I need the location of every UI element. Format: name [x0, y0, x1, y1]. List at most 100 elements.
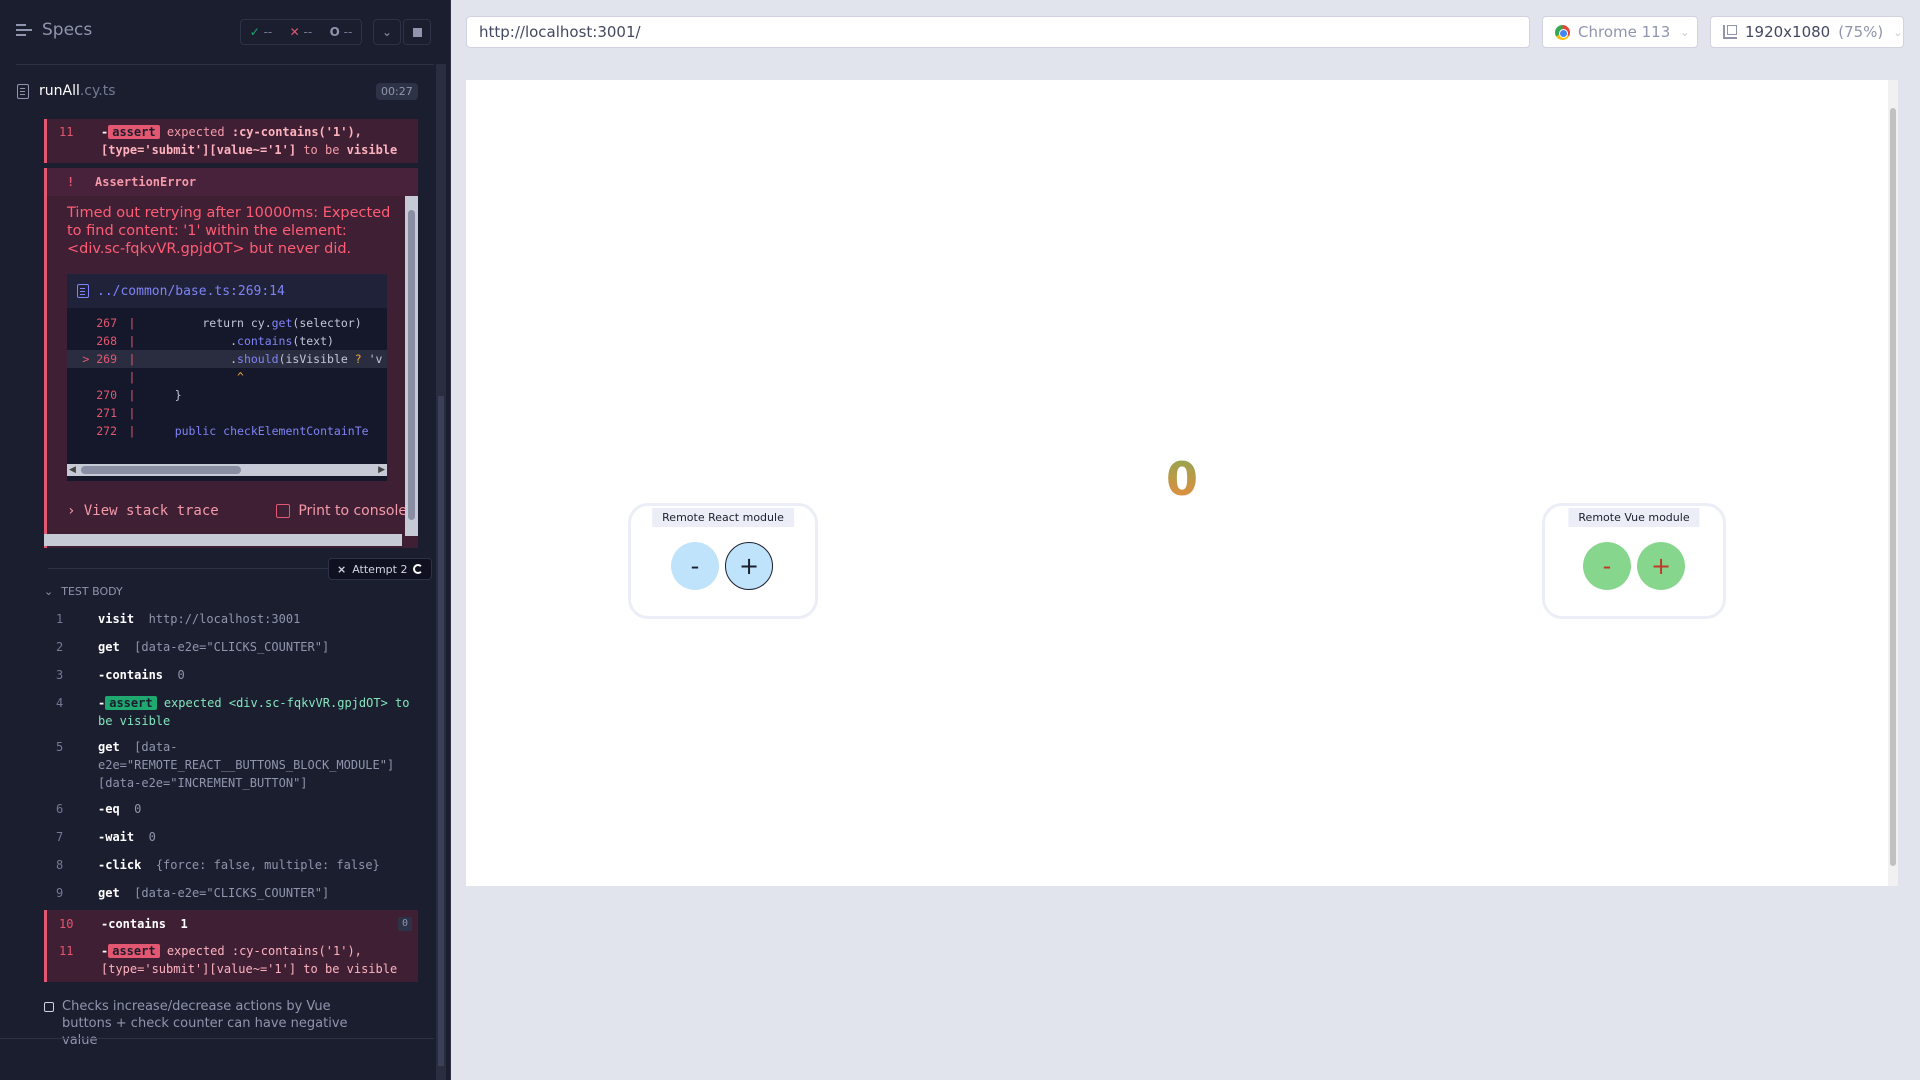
code-horizontal-scrollbar[interactable]: ◀ ▶ [67, 464, 387, 476]
command-number: 11 [59, 125, 74, 139]
print-to-console-label: Print to console [298, 503, 407, 519]
command-row[interactable]: 1 visit http://localhost:3001 [44, 610, 418, 628]
error-panel: ! AssertionError Timed out retrying afte… [44, 168, 418, 548]
vue-decrement-button[interactable]: - [1583, 542, 1631, 590]
clicks-counter: 0 [1166, 452, 1199, 506]
code-line: 270 | } [96, 388, 182, 402]
code-lines: 267 | return cy.get(selector) 268 | .conta… [67, 308, 387, 440]
next-test-label: Checks increase/decrease actions by Vue … [62, 999, 348, 1048]
pending-icon: O [329, 25, 340, 39]
terminal-icon [276, 504, 291, 518]
remote-react-module: Remote React module - + [628, 503, 818, 619]
command-row[interactable]: 9 get [data-e2e="CLICKS_COUNTER"] [44, 884, 418, 902]
code-line: 267 | return cy.get(selector) [96, 316, 362, 330]
error-icon: ! [67, 175, 75, 189]
reporter-panel: Specs ✓ -- ✕ -- O -- ⌄ runAll.cy.ts 00:2… [0, 0, 450, 1080]
spec-duration: 00:27 [376, 83, 418, 100]
error-title: AssertionError [95, 175, 197, 189]
document-icon [17, 84, 29, 99]
footer-divider [0, 1038, 434, 1039]
command-row-failed[interactable]: 10 -contains 10 [44, 910, 418, 938]
attempt-divider [48, 568, 328, 569]
browser-selector[interactable]: Chrome 113 ⌄ [1542, 16, 1698, 48]
assert-tobe: to be [303, 143, 340, 157]
passed-count: -- [263, 25, 273, 39]
view-stack-trace-label: View stack trace [83, 503, 219, 519]
viewport-info[interactable]: 1920x1080 (75%) ⌄ [1710, 16, 1904, 48]
file-icon [77, 284, 89, 298]
spec-file-name: runAll.cy.ts [39, 83, 116, 99]
browser-name: Chrome 113 [1578, 23, 1671, 41]
command-row[interactable]: 7 -wait 0 [44, 828, 418, 846]
assert-badge: assert [108, 125, 160, 139]
react-decrement-button[interactable]: - [671, 542, 719, 590]
chevron-down-icon: ⌄ [1893, 25, 1903, 39]
spec-file-row: runAll.cy.ts 00:27 [0, 76, 434, 108]
scroll-left-icon: ◀ [69, 465, 76, 475]
attempt-tag[interactable]: ⨯ Attempt 2 [328, 558, 433, 580]
code-line: 268 | .contains(text) [96, 334, 334, 348]
spec-file-ext: .cy.ts [79, 83, 116, 99]
test-body-header[interactable]: ⌄ TEST BODY [44, 585, 123, 598]
collapse-icon: ⨯ [337, 562, 347, 576]
specs-label: Specs [42, 20, 93, 40]
reporter-header: Specs ✓ -- ✕ -- O -- ⌄ [0, 0, 450, 64]
app-scrollbar[interactable] [1888, 80, 1898, 886]
command-row-assert-passed[interactable]: 4- assert expected <div.sc-fqkvVR.gpjdOT>… [44, 694, 418, 730]
specs-toggle-button[interactable]: Specs [16, 20, 92, 40]
app-under-test-frame: Remote React module - + 0 Remote Vue mod… [466, 80, 1898, 886]
chevron-down-icon: ⌄ [1680, 25, 1690, 39]
chevron-down-icon: ⌄ [381, 25, 393, 39]
command-row-failed-top[interactable]: 11 - assert expected :cy-contains('1'), [… [44, 119, 418, 163]
error-actions: › View stack trace Print to console [67, 503, 407, 519]
error-horizontal-scrollbar[interactable] [44, 534, 402, 546]
attempt-label: Attempt 2 [352, 562, 408, 576]
assert-expected: expected [166, 125, 225, 139]
retry-count-badge: 0 [397, 917, 412, 931]
remote-vue-module: Remote Vue module - + [1542, 503, 1726, 619]
code-file-path: ../common/base.ts:269:14 [97, 283, 285, 299]
code-line: 271 | [96, 406, 136, 420]
scroll-right-icon: ▶ [378, 465, 385, 475]
next-test-title[interactable]: Checks increase/decrease actions by Vue … [44, 998, 384, 1049]
viewport-size: 1920x1080 [1745, 23, 1831, 41]
command-row[interactable]: 2 get [data-e2e="CLICKS_COUNTER"] [44, 638, 418, 656]
reporter-scrollbar-thumb[interactable] [438, 76, 444, 396]
stop-button[interactable] [403, 19, 431, 45]
assert-badge: assert [105, 696, 157, 710]
error-message: Timed out retrying after 10000ms: Expect… [67, 205, 391, 257]
code-frame: ../common/base.ts:269:14 267 | return cy.… [67, 274, 387, 481]
command-row[interactable]: 6 -eq 0 [44, 800, 418, 818]
test-stats: ✓ -- ✕ -- O -- [240, 19, 362, 45]
assert-badge: assert [108, 944, 160, 958]
failed-icon: ✕ [289, 25, 300, 39]
error-header: ! AssertionError [47, 168, 418, 196]
react-increment-button[interactable]: + [725, 542, 773, 590]
code-frame-file-link[interactable]: ../common/base.ts:269:14 [67, 274, 387, 308]
expand-collapse-button[interactable]: ⌄ [373, 19, 401, 45]
spec-file-basename: runAll [39, 83, 80, 99]
pending-count: -- [343, 25, 353, 39]
code-line: 272 | public checkElementContainTe [96, 424, 369, 438]
command-row[interactable]: 8 -click {force: false, multiple: false} [44, 856, 418, 874]
panel-divider[interactable] [450, 0, 451, 1080]
command-row-failed[interactable]: 11- assert expected :cy-contains('1'), [t… [44, 938, 418, 982]
command-row[interactable]: 3 -contains 0 [44, 666, 418, 684]
reporter-scrollbar-thumb-active[interactable] [438, 396, 444, 1066]
test-body-label: TEST BODY [61, 585, 123, 598]
failed-count: -- [303, 25, 313, 39]
view-stack-trace-button[interactable]: › View stack trace [67, 503, 219, 519]
viewport-zoom: (75%) [1838, 23, 1884, 41]
print-to-console-button[interactable]: Print to console [276, 503, 407, 519]
url-bar[interactable]: http://localhost:3001/ [466, 16, 1530, 48]
chrome-icon [1555, 24, 1570, 40]
loading-spinner-icon [413, 564, 424, 574]
code-line-highlighted: > 269 | .should(isVisible ? 'v [67, 350, 387, 368]
vue-increment-button[interactable]: + [1637, 542, 1685, 590]
passed-icon: ✓ [249, 25, 260, 39]
vue-module-title: Remote Vue module [1568, 508, 1700, 527]
header-divider [16, 64, 434, 65]
specs-list-icon [16, 24, 32, 36]
error-vertical-scrollbar[interactable] [405, 196, 418, 536]
command-row[interactable]: 5 get [data-e2e="REMOTE_REACT__BUTTONS_BL… [44, 738, 418, 792]
